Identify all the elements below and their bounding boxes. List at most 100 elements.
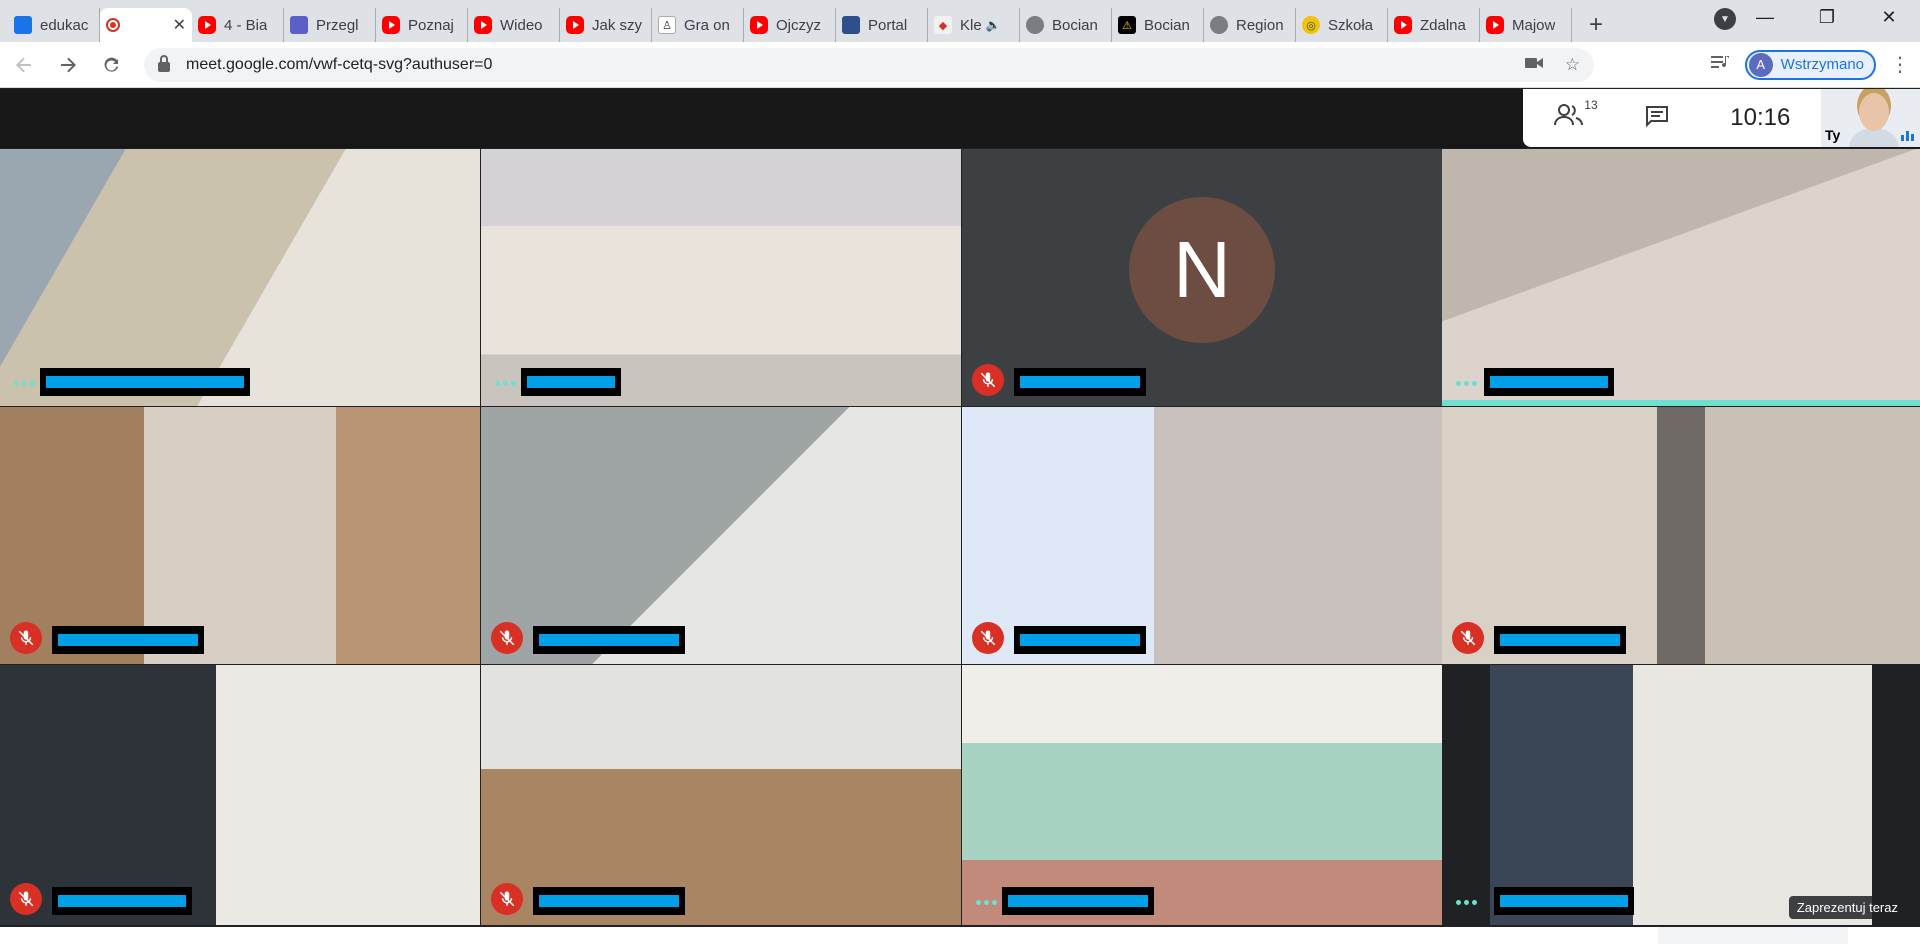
warn-favicon-icon: ⚠ bbox=[1118, 16, 1136, 34]
profile-avatar: A bbox=[1748, 52, 1773, 77]
browser-tab[interactable]: ◎ Szkoła bbox=[1296, 8, 1388, 42]
mic-off-icon bbox=[1460, 630, 1476, 646]
browser-tab[interactable]: Bocian bbox=[1020, 8, 1112, 42]
name-redaction-bar bbox=[1500, 895, 1628, 907]
participant-tile[interactable] bbox=[1442, 407, 1920, 664]
participant-tile[interactable] bbox=[0, 407, 480, 664]
address-bar[interactable]: meet.google.com/vwf-cetq-svg?authuser=0 … bbox=[144, 47, 1594, 82]
bottom-panel-edge bbox=[1658, 927, 1848, 944]
back-button[interactable] bbox=[4, 45, 44, 85]
participant-name-redacted bbox=[1484, 368, 1614, 396]
yt-favicon-icon bbox=[750, 16, 768, 34]
name-redaction-bar bbox=[1490, 376, 1608, 388]
chat-button[interactable] bbox=[1645, 105, 1669, 132]
participant-tile[interactable] bbox=[481, 149, 961, 406]
browser-tab-strip: edukac ✕ 4 - Bia Przegl Poznaj Wideo Jak szy ♙ G… bbox=[0, 0, 1920, 42]
close-tab-icon[interactable]: ✕ bbox=[173, 15, 186, 35]
bookmark-star-icon[interactable]: ☆ bbox=[1565, 55, 1580, 75]
browser-tab[interactable]: 4 - Bia bbox=[192, 8, 284, 42]
tab-label: Bocian bbox=[1052, 16, 1098, 34]
self-view-tile[interactable]: Ty bbox=[1821, 89, 1920, 147]
tab-label: Poznaj bbox=[408, 16, 454, 34]
name-redaction-bar bbox=[1020, 376, 1140, 388]
participant-name-redacted bbox=[52, 626, 204, 654]
browser-tab[interactable]: Portal bbox=[836, 8, 928, 42]
forward-button[interactable] bbox=[48, 45, 88, 85]
browser-tab[interactable]: ⚠ Bocian bbox=[1112, 8, 1204, 42]
tab-label: Wideo bbox=[500, 16, 543, 34]
name-redaction-bar bbox=[1020, 634, 1140, 646]
mic-off-icon bbox=[18, 891, 34, 907]
video-feed bbox=[0, 665, 480, 925]
participants-button[interactable]: 13 bbox=[1553, 98, 1598, 132]
mic-off-badge bbox=[972, 622, 1004, 654]
participant-tile[interactable] bbox=[962, 407, 1442, 664]
mic-off-icon bbox=[499, 891, 515, 907]
browser-tab[interactable]: Ojczyz bbox=[744, 8, 836, 42]
camera-icon[interactable] bbox=[1524, 55, 1543, 75]
name-redaction-bar bbox=[1008, 895, 1148, 907]
participant-tile[interactable] bbox=[0, 665, 480, 925]
browser-tab[interactable]: Zdalna bbox=[1388, 8, 1480, 42]
participant-grid: N Zaprezentuj teraz bbox=[0, 149, 1920, 927]
tile-options-icon[interactable] bbox=[1456, 381, 1477, 386]
tile-options-icon[interactable] bbox=[976, 900, 997, 905]
participant-name-redacted bbox=[52, 887, 192, 915]
participant-tile[interactable] bbox=[0, 149, 480, 406]
participant-name-redacted bbox=[40, 368, 250, 396]
participant-tile[interactable]: Zaprezentuj teraz bbox=[1442, 665, 1920, 925]
tab-label: Majow bbox=[1512, 16, 1556, 34]
tab-search-icon[interactable]: ▼ bbox=[1714, 8, 1736, 30]
tile-options-icon[interactable] bbox=[14, 381, 35, 386]
participant-tile[interactable] bbox=[962, 665, 1442, 925]
chat-icon bbox=[1645, 105, 1668, 127]
yt-favicon-icon bbox=[382, 16, 400, 34]
participant-name-redacted bbox=[521, 368, 621, 396]
participant-tile[interactable] bbox=[481, 665, 961, 925]
browser-tab[interactable]: Region bbox=[1204, 8, 1296, 42]
participant-tile[interactable] bbox=[1442, 149, 1920, 406]
browser-tab[interactable]: Wideo bbox=[468, 8, 560, 42]
bottom-controls-edge bbox=[0, 927, 1920, 944]
tab-label: Region bbox=[1236, 16, 1284, 34]
mic-off-icon bbox=[980, 372, 996, 388]
participant-avatar: N bbox=[1129, 196, 1275, 343]
browser-tab[interactable]: Jak szy bbox=[560, 8, 652, 42]
close-window-button[interactable]: ✕ bbox=[1858, 7, 1920, 28]
audio-playing-icon[interactable]: 🔈 bbox=[986, 18, 1001, 32]
name-redaction-bar bbox=[58, 895, 186, 907]
name-redaction-bar bbox=[539, 634, 679, 646]
browser-tab[interactable]: Poznaj bbox=[376, 8, 468, 42]
video-feed bbox=[481, 665, 961, 925]
tab-label: 4 - Bia bbox=[224, 16, 268, 34]
browser-menu-icon[interactable]: ⋮ bbox=[1890, 52, 1910, 77]
mic-off-badge bbox=[491, 622, 523, 654]
minimize-button[interactable]: — bbox=[1734, 7, 1796, 28]
tile-options-icon[interactable] bbox=[1456, 900, 1477, 905]
participant-tile[interactable]: N bbox=[962, 149, 1442, 406]
name-redaction-bar bbox=[1500, 634, 1620, 646]
browser-tab[interactable]: ♙ Gra on bbox=[652, 8, 744, 42]
edu-favicon-icon bbox=[14, 16, 32, 34]
maximize-button[interactable]: ❐ bbox=[1796, 7, 1858, 28]
browser-tab[interactable]: edukac bbox=[8, 8, 100, 42]
present-now-tooltip[interactable]: Zaprezentuj teraz bbox=[1788, 896, 1906, 919]
reload-button[interactable] bbox=[92, 45, 132, 85]
reload-icon bbox=[104, 57, 119, 72]
browser-tab[interactable]: Majow bbox=[1480, 8, 1572, 42]
arrow-right-icon bbox=[61, 57, 76, 72]
meet-call: 13 10:16 Ty N Zaprezentuj teraz bbox=[0, 89, 1920, 944]
new-tab-button[interactable]: + bbox=[1576, 8, 1616, 42]
profile-button[interactable]: A Wstrzymano bbox=[1744, 49, 1876, 80]
name-redaction-bar bbox=[58, 634, 198, 646]
participant-tile[interactable] bbox=[481, 407, 961, 664]
browser-tab[interactable]: ✕ bbox=[100, 8, 192, 42]
name-redaction-bar bbox=[539, 895, 679, 907]
tab-label: Zdalna bbox=[1420, 16, 1466, 34]
browser-tab[interactable]: Przegl bbox=[284, 8, 376, 42]
media-controls-icon[interactable] bbox=[1710, 54, 1731, 75]
browser-tab[interactable]: ◆ Kle 🔈 bbox=[928, 8, 1020, 42]
tab-label: Szkoła bbox=[1328, 16, 1374, 34]
participant-name-redacted bbox=[1014, 368, 1146, 396]
tile-options-icon[interactable] bbox=[495, 381, 516, 386]
